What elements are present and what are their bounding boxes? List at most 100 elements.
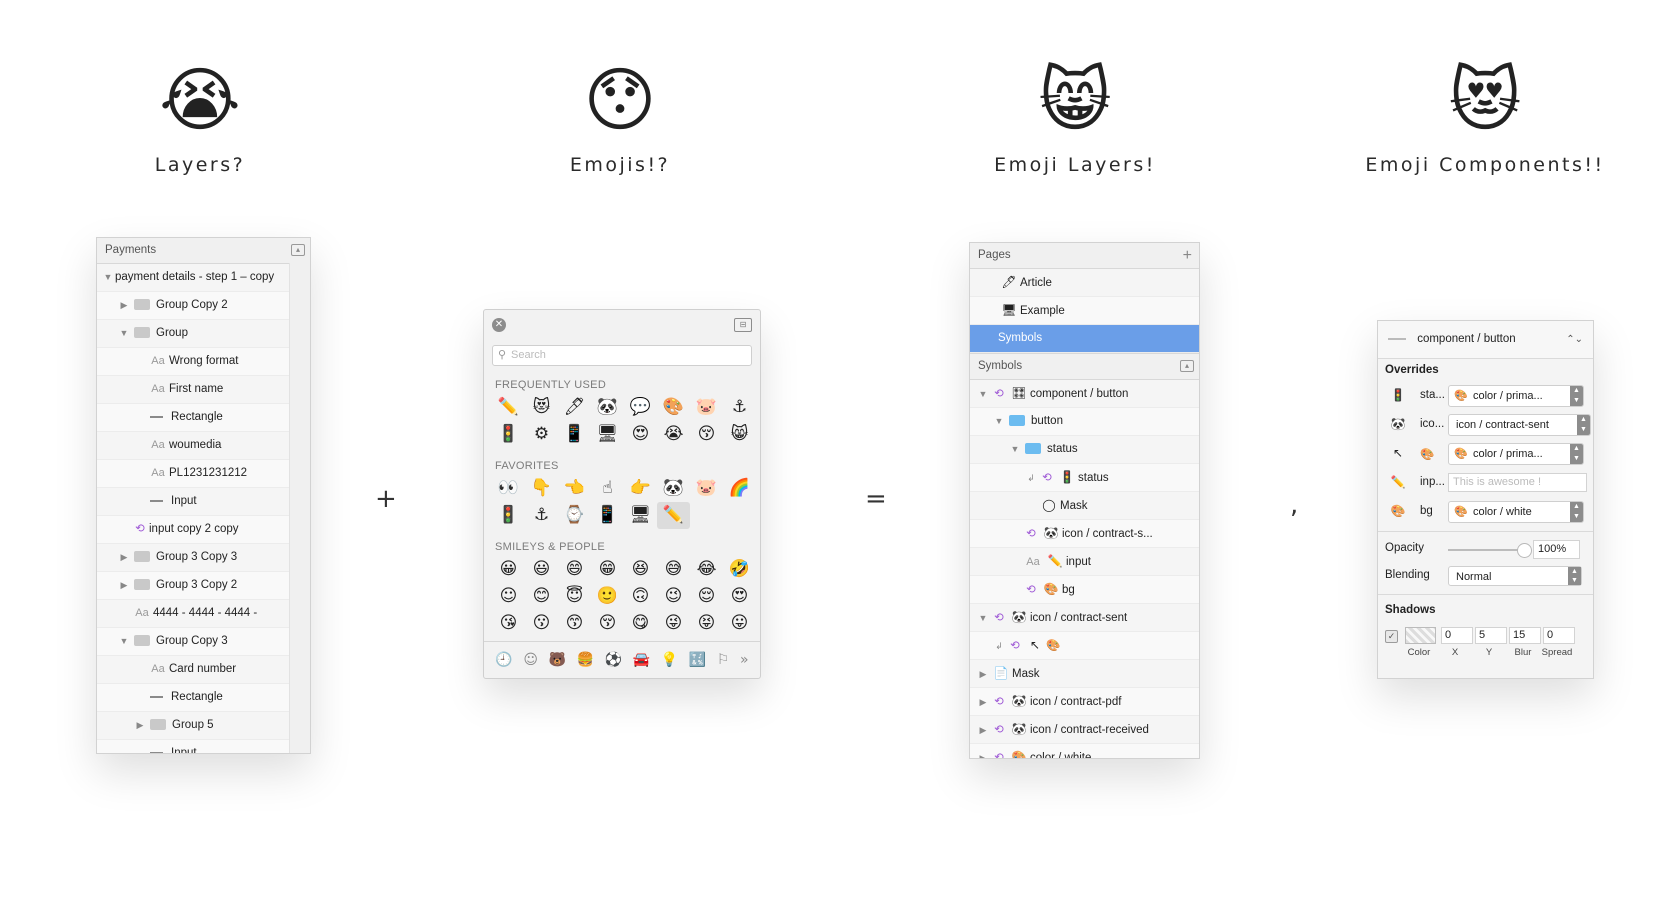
symbol-layer-row[interactable]: ▶ 📄 Mask (970, 660, 1199, 688)
layer-row[interactable]: Aa woumedia (97, 432, 310, 460)
emoji-cell[interactable]: 👀 (492, 475, 525, 502)
emoji-cell[interactable]: 🖥 (591, 421, 624, 448)
emoji-cell[interactable]: 📱 (558, 421, 591, 448)
emoji-cell[interactable]: 🚦 (492, 421, 525, 448)
emoji-cell[interactable]: 😸 (723, 421, 756, 448)
disclosure-closed-icon[interactable]: ▶ (117, 572, 131, 599)
emoji-cell[interactable]: 🐷 (690, 475, 723, 502)
disclosure-open-icon[interactable]: ▼ (101, 264, 115, 291)
disclosure-open-icon[interactable]: ▼ (117, 628, 131, 655)
emoji-cell[interactable]: 😋 (624, 610, 657, 637)
emoji-cell[interactable]: 🎨 (657, 394, 690, 421)
opacity-slider-knob[interactable] (1517, 543, 1532, 558)
emoji-cell[interactable]: ✏️ (492, 394, 525, 421)
page-item[interactable]: Symbols (970, 325, 1199, 353)
emoji-cell[interactable]: ☺ (492, 583, 525, 610)
disclosure-closed-icon[interactable]: ▶ (976, 745, 990, 758)
override-select[interactable]: 🎨 color / prima... ▲ ▼ (1448, 443, 1584, 465)
symbol-layer-row[interactable]: ▼ ⟲ 🎛 component / button (970, 380, 1199, 408)
layer-row[interactable]: ▼ Group Copy 3 (97, 628, 310, 656)
symbol-layer-row[interactable]: ▼ status (970, 436, 1199, 464)
emoji-cell[interactable]: 🚦 (492, 502, 525, 529)
layer-row[interactable]: Input (97, 488, 310, 516)
layer-row[interactable]: ▶ Group 3 Copy 3 (97, 544, 310, 572)
disclosure-open-icon[interactable]: ▼ (976, 381, 990, 408)
shadow-x-input[interactable]: 0 (1441, 627, 1473, 644)
emoji-cell[interactable]: 😅 (657, 556, 690, 583)
emoji-cell[interactable]: 🙃 (624, 583, 657, 610)
close-icon[interactable]: ✕ (492, 318, 506, 332)
emoji-cell[interactable]: 😙 (558, 610, 591, 637)
collapse-icon[interactable]: ▴ (1180, 360, 1194, 372)
layer-row[interactable]: Aa Wrong format (97, 348, 310, 376)
disclosure-closed-icon[interactable]: ▶ (976, 661, 990, 688)
layer-row[interactable]: Aa First name (97, 376, 310, 404)
category-tab-icon[interactable]: 🐻 (549, 652, 566, 668)
shadow-color-swatch[interactable] (1405, 627, 1436, 644)
emoji-cell[interactable]: 😆 (624, 556, 657, 583)
layer-row[interactable]: Input (97, 740, 310, 753)
layer-row[interactable]: ▶ Group 3 Copy 2 (97, 572, 310, 600)
emoji-cell[interactable]: 😚 (690, 421, 723, 448)
opacity-slider[interactable] (1448, 549, 1523, 551)
search-input[interactable]: ⚲ Search (492, 345, 752, 366)
category-tab-icon[interactable]: ☺ (523, 652, 538, 668)
disclosure-closed-icon[interactable]: ▶ (976, 689, 990, 716)
shadow-checkbox[interactable]: ✓ (1385, 630, 1398, 643)
emoji-cell[interactable]: 😜 (657, 610, 690, 637)
emoji-cell[interactable]: 😌 (690, 583, 723, 610)
symbol-layer-row[interactable]: ⟲ 🐼 icon / contract-s... (970, 520, 1199, 548)
emoji-cell[interactable]: 😛 (723, 610, 756, 637)
emoji-cell[interactable]: ☝ (591, 475, 624, 502)
emoji-cell[interactable]: 🐼 (657, 475, 690, 502)
mask-arrow-icon[interactable]: ↲ (1024, 465, 1038, 492)
symbol-layer-row[interactable]: ▶ ⟲ 🎨 color / white (970, 744, 1199, 758)
override-select[interactable]: icon / contract-sent ▲ ▼ (1448, 414, 1591, 436)
symbol-layer-row[interactable]: Aa ✏️ input (970, 548, 1199, 576)
opacity-input[interactable]: 100% (1533, 540, 1580, 559)
mask-arrow-icon[interactable]: ↲ (992, 633, 1006, 660)
emoji-cell[interactable]: ⚙ (525, 421, 558, 448)
emoji-cell[interactable]: 👈 (558, 475, 591, 502)
layer-row[interactable]: Rectangle (97, 404, 310, 432)
emoji-cell[interactable]: 🤣 (723, 556, 756, 583)
symbol-layer-row[interactable]: ▶ ⟲ 🐼 icon / contract-received (970, 716, 1199, 744)
layer-row[interactable]: ⟲ input copy 2 copy (97, 516, 310, 544)
disclosure-open-icon[interactable]: ▼ (992, 408, 1006, 435)
emoji-cell[interactable]: 😊 (525, 583, 558, 610)
emoji-cell[interactable]: 📱 (591, 502, 624, 529)
disclosure-closed-icon[interactable]: ▶ (133, 712, 147, 739)
expand-icon[interactable]: ⊟ (734, 318, 752, 332)
symbol-layer-row[interactable]: ↲ ⟲ ↖ 🎨 (970, 632, 1199, 660)
emoji-cell[interactable]: 🌈 (723, 475, 756, 502)
layer-row[interactable]: ▼ payment details - step 1 – copy (97, 264, 310, 292)
disclosure-open-icon[interactable]: ▼ (117, 320, 131, 347)
emoji-cell[interactable]: 😃 (525, 556, 558, 583)
emoji-cell[interactable]: 😍 (624, 421, 657, 448)
emoji-cell[interactable]: 😻 (525, 394, 558, 421)
emoji-cell[interactable]: 👉 (624, 475, 657, 502)
layer-row[interactable]: Aa 4444 - 4444 - 4444 - (97, 600, 310, 628)
blending-select[interactable]: Normal ▲ ▼ (1448, 566, 1582, 586)
emoji-cell[interactable]: ⚓ (723, 394, 756, 421)
category-tab-icon[interactable]: ⚐ (717, 652, 730, 668)
category-tab-icon[interactable]: 🍔 (577, 652, 594, 668)
category-tab-icon[interactable]: 🔣 (689, 652, 706, 668)
symbol-layer-row[interactable]: ▼ ⟲ 🐼 icon / contract-sent (970, 604, 1199, 632)
symbol-layer-row[interactable]: ⟲ 🎨 bg (970, 576, 1199, 604)
layer-row[interactable]: ▼ Group (97, 320, 310, 348)
emoji-cell[interactable]: 😍 (723, 583, 756, 610)
emoji-cell[interactable]: 😂 (690, 556, 723, 583)
emoji-cell[interactable]: ⚓ (525, 502, 558, 529)
symbol-layer-row[interactable]: ◯ Mask (970, 492, 1199, 520)
emoji-cell[interactable]: 😀 (492, 556, 525, 583)
emoji-cell[interactable]: 🖊 (558, 394, 591, 421)
category-tab-icon[interactable]: » (740, 652, 749, 668)
override-select[interactable]: 🎨 color / white ▲ ▼ (1448, 501, 1584, 523)
page-item[interactable]: 🖊 Article (970, 269, 1199, 297)
emoji-cell[interactable]: ✏️ (657, 502, 690, 529)
symbol-layer-row[interactable]: ▼ button (970, 408, 1199, 436)
category-tab-icon[interactable]: ⚽ (605, 652, 622, 668)
disclosure-open-icon[interactable]: ▼ (1008, 436, 1022, 463)
emoji-cell[interactable]: 😁 (591, 556, 624, 583)
